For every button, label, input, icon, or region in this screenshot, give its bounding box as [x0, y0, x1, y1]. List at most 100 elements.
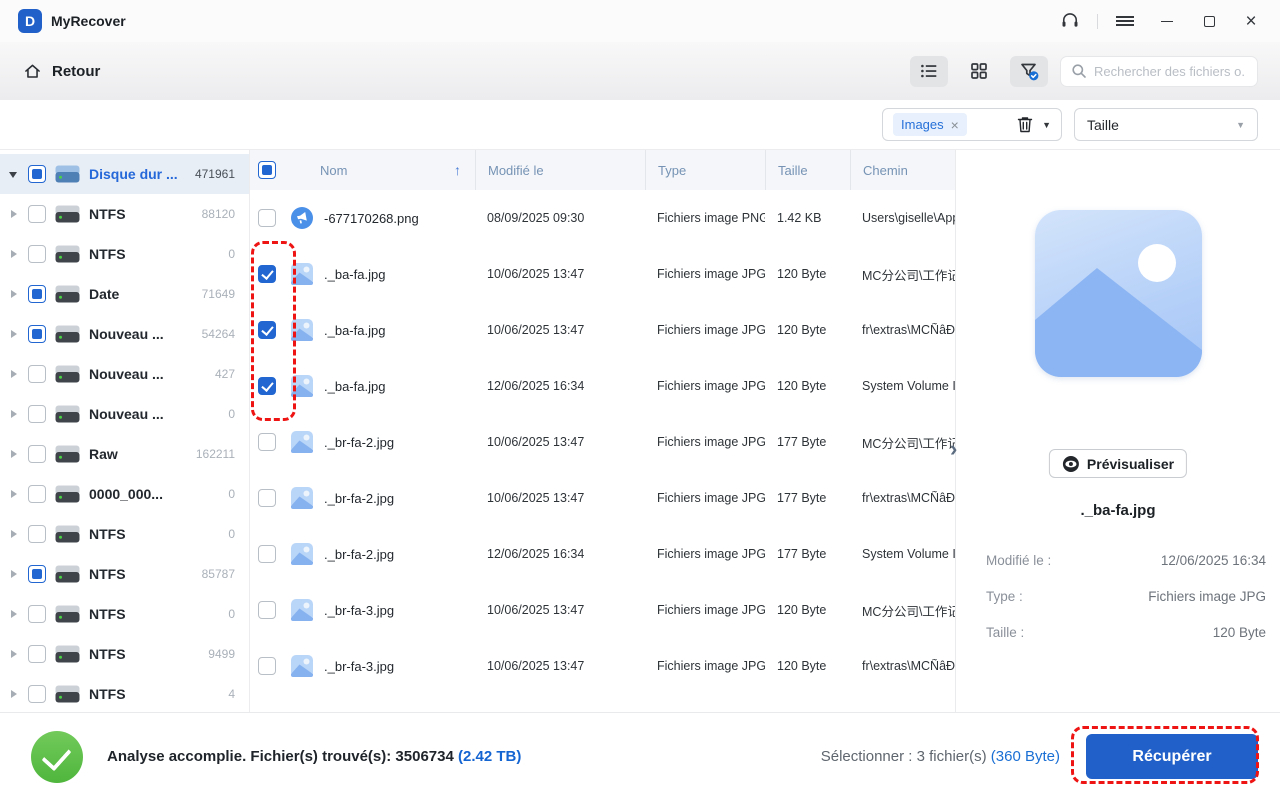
drive-checkbox[interactable] — [28, 445, 46, 463]
selection-size: (360 Byte) — [990, 748, 1060, 765]
drive-checkbox[interactable] — [28, 325, 46, 343]
expand-arrow-icon[interactable] — [8, 569, 20, 579]
back-button[interactable]: Retour — [22, 61, 100, 82]
drive-checkbox[interactable] — [28, 565, 46, 583]
sort-ascending-icon[interactable]: ↑ — [454, 162, 461, 178]
drive-tree-item[interactable]: NTFS 0 — [0, 514, 249, 554]
drive-file-count: 88120 — [201, 207, 235, 221]
file-row[interactable]: ._ba-fa.jpg 10/06/2025 13:47 Fichiers im… — [250, 302, 955, 358]
expand-arrow-icon[interactable] — [8, 209, 20, 219]
file-checkbox[interactable] — [258, 601, 276, 619]
drive-checkbox[interactable] — [28, 365, 46, 383]
drive-checkbox[interactable] — [28, 525, 46, 543]
drive-checkbox[interactable] — [28, 285, 46, 303]
expand-arrow-icon[interactable] — [8, 449, 20, 459]
list-view-button[interactable] — [910, 55, 948, 87]
expand-arrow-icon[interactable] — [8, 529, 20, 539]
column-header-modified[interactable]: Modifié le — [475, 150, 645, 190]
drive-tree-item[interactable]: Date 71649 — [0, 274, 249, 314]
drive-label: NTFS — [89, 606, 126, 622]
detail-label: Type : — [986, 588, 1023, 604]
drive-tree-item[interactable]: NTFS 0 — [0, 234, 249, 274]
detail-value: 120 Byte — [1212, 624, 1266, 640]
file-checkbox[interactable] — [258, 489, 276, 507]
file-checkbox[interactable] — [258, 265, 276, 283]
file-checkbox[interactable] — [258, 209, 276, 227]
search-box[interactable] — [1060, 55, 1258, 87]
active-filters-box[interactable]: Images × ▼ — [882, 108, 1062, 141]
drive-tree-item[interactable]: Disque dur ... 471961 — [0, 154, 249, 194]
file-row[interactable]: -677170268.png 08/09/2025 09:30 Fichiers… — [250, 190, 955, 246]
column-header-name[interactable]: Nom — [320, 163, 347, 178]
recover-button[interactable]: Récupérer — [1086, 734, 1258, 779]
expand-arrow-icon[interactable] — [8, 169, 20, 179]
expand-arrow-icon[interactable] — [8, 249, 20, 259]
drive-checkbox[interactable] — [28, 205, 46, 223]
drive-icon — [54, 644, 81, 664]
filter-dropdown-caret-icon[interactable]: ▼ — [1042, 120, 1051, 130]
file-checkbox[interactable] — [258, 377, 276, 395]
drive-tree-item[interactable]: NTFS 85787 — [0, 554, 249, 594]
file-row[interactable]: ._ba-fa.jpg 12/06/2025 16:34 Fichiers im… — [250, 358, 955, 414]
file-row[interactable]: ._br-fa-2.jpg 10/06/2025 13:47 Fichiers … — [250, 414, 955, 470]
filter-button[interactable] — [1010, 55, 1048, 87]
expand-arrow-icon[interactable] — [8, 489, 20, 499]
drive-tree-item[interactable]: NTFS 88120 — [0, 194, 249, 234]
drive-tree-item[interactable]: Nouveau ... 427 — [0, 354, 249, 394]
drive-tree-item[interactable]: Raw 162211 — [0, 434, 249, 474]
drive-file-count: 0 — [228, 247, 235, 261]
expand-arrow-icon[interactable] — [8, 369, 20, 379]
maximize-button[interactable] — [1192, 6, 1226, 36]
size-filter-select[interactable]: Taille ▼ — [1074, 108, 1258, 141]
drive-checkbox[interactable] — [28, 645, 46, 663]
trash-icon[interactable] — [1016, 115, 1034, 134]
drive-checkbox[interactable] — [28, 605, 46, 623]
file-row[interactable]: ._ba-fa.jpg 10/06/2025 13:47 Fichiers im… — [250, 246, 955, 302]
close-button[interactable]: × — [1234, 6, 1268, 36]
expand-arrow-icon[interactable] — [8, 329, 20, 339]
column-header-size[interactable]: Taille — [765, 150, 850, 190]
file-row[interactable]: ._br-fa-3.jpg 10/06/2025 13:47 Fichiers … — [250, 638, 955, 694]
file-row[interactable]: ._br-fa-3.jpg 10/06/2025 13:47 Fichiers … — [250, 582, 955, 638]
expand-arrow-icon[interactable] — [8, 289, 20, 299]
drive-tree-item[interactable]: NTFS 0 — [0, 594, 249, 634]
drive-checkbox[interactable] — [28, 485, 46, 503]
expand-arrow-icon[interactable] — [8, 649, 20, 659]
preview-button[interactable]: Prévisualiser — [1048, 449, 1188, 478]
expand-arrow-icon[interactable] — [8, 689, 20, 699]
file-checkbox[interactable] — [258, 545, 276, 563]
size-filter-label: Taille — [1087, 116, 1119, 133]
file-type-icon — [290, 374, 314, 398]
size-filter-caret-icon: ▼ — [1236, 119, 1245, 130]
grid-view-button[interactable] — [960, 56, 998, 87]
expand-arrow-icon[interactable] — [8, 609, 20, 619]
minimize-button[interactable] — [1150, 6, 1184, 36]
file-checkbox[interactable] — [258, 321, 276, 339]
file-row[interactable]: ._br-fa-2.jpg 12/06/2025 16:34 Fichiers … — [250, 526, 955, 582]
file-row[interactable]: ._br-fa-2.jpg 10/06/2025 13:47 Fichiers … — [250, 470, 955, 526]
drive-file-count: 0 — [228, 527, 235, 541]
menu-icon[interactable] — [1108, 6, 1142, 36]
drive-checkbox[interactable] — [28, 245, 46, 263]
support-headset-icon[interactable] — [1053, 6, 1087, 36]
drive-checkbox[interactable] — [28, 405, 46, 423]
column-header-type[interactable]: Type — [645, 150, 765, 190]
drive-tree-item[interactable]: Nouveau ... 0 — [0, 394, 249, 434]
collapse-panel-chevron-icon[interactable]: › — [950, 438, 957, 460]
file-checkbox[interactable] — [258, 657, 276, 675]
remove-filter-icon[interactable]: × — [951, 117, 959, 133]
detail-value: 12/06/2025 16:34 — [1160, 552, 1266, 568]
file-name: ._ba-fa.jpg — [324, 266, 386, 282]
drive-tree-item[interactable]: NTFS 4 — [0, 674, 249, 712]
filter-chip-images[interactable]: Images × — [893, 113, 967, 136]
column-header-path[interactable]: Chemin — [850, 150, 955, 190]
expand-arrow-icon[interactable] — [8, 409, 20, 419]
select-all-checkbox[interactable] — [258, 161, 276, 179]
drive-checkbox[interactable] — [28, 685, 46, 703]
search-input[interactable] — [1094, 63, 1244, 79]
drive-tree-item[interactable]: 0000_000... 0 — [0, 474, 249, 514]
drive-tree-item[interactable]: NTFS 9499 — [0, 634, 249, 674]
drive-tree-item[interactable]: Nouveau ... 54264 — [0, 314, 249, 354]
drive-checkbox[interactable] — [28, 165, 46, 183]
file-checkbox[interactable] — [258, 433, 276, 451]
